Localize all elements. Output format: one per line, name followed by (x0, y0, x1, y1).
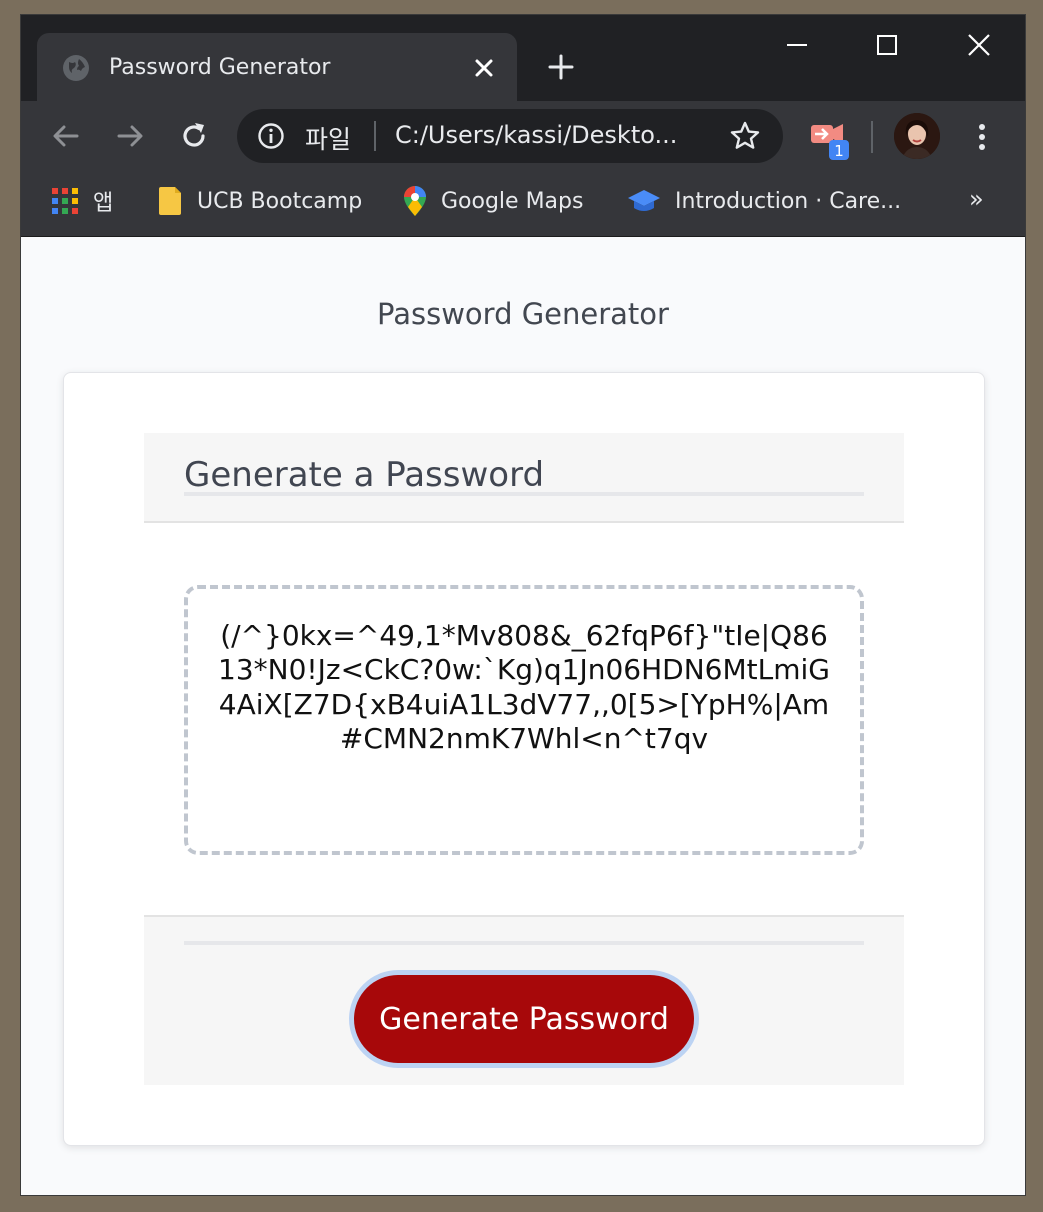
header-divider (184, 492, 864, 496)
bookmark-google-maps[interactable]: Google Maps (403, 183, 583, 219)
bookmark-label: UCB Bootcamp (197, 188, 363, 214)
cap-icon (628, 190, 660, 211)
card-footer: Generate Password (144, 915, 904, 1085)
info-icon[interactable] (257, 122, 285, 150)
bookmark-ucb-bootcamp[interactable]: UCB Bootcamp (157, 183, 362, 219)
card-header: Generate a Password (144, 433, 904, 523)
close-tab-icon[interactable] (469, 53, 499, 83)
bookmarks-overflow-button[interactable]: » (969, 185, 984, 213)
minimize-icon[interactable] (767, 25, 827, 65)
page-title: Password Generator (377, 297, 669, 331)
bookmark-apps[interactable]: 앱 (51, 183, 113, 219)
bookmark-label: 앱 (93, 191, 114, 216)
star-icon[interactable] (729, 120, 761, 152)
extension-badge: 1 (834, 142, 844, 160)
bookmark-label: Introduction · Care... (675, 188, 902, 214)
card-title: Generate a Password (184, 455, 545, 495)
bookmark-introduction[interactable]: Introduction · Care... (627, 183, 901, 219)
page-content: Password Generator Generate a Password (… (21, 237, 1025, 1195)
forward-arrow-icon[interactable] (113, 119, 147, 153)
globe-icon (63, 55, 89, 81)
password-output[interactable]: (/^}0kx=^49,1*Mv808&_62fqP6f}"tIe|Q8613*… (184, 585, 864, 855)
password-card: Generate a Password (/^}0kx=^49,1*Mv808&… (63, 372, 985, 1146)
screencast-extension-icon[interactable]: 1 (807, 115, 853, 161)
address-bar[interactable]: 파일 C:/Users/kassi/Deskto... (237, 109, 783, 163)
browser-tab[interactable]: Password Generator (37, 33, 517, 101)
scheme-label: 파일 (305, 125, 352, 154)
bookmarks-bar: 앱 UCB Bootcamp Google Maps Introduction … (21, 171, 1025, 237)
bookmark-label: Google Maps (441, 188, 584, 214)
profile-photo-icon (894, 113, 940, 159)
new-tab-icon[interactable] (543, 49, 579, 85)
title-bar: Password Generator (21, 15, 1025, 101)
browser-window: Password Generator 파일 C:/Users/kassi/Des… (20, 14, 1026, 1196)
toolbar-divider (871, 121, 873, 153)
footer-divider (184, 941, 864, 945)
address-divider (374, 121, 376, 151)
url-text[interactable]: C:/Users/kassi/Deskto... (395, 121, 695, 149)
maximize-icon[interactable] (857, 25, 917, 65)
browser-toolbar: 파일 C:/Users/kassi/Deskto... 1 (21, 101, 1025, 171)
back-arrow-icon[interactable] (49, 119, 83, 153)
profile-avatar[interactable] (894, 113, 940, 159)
generate-password-button[interactable]: Generate Password (354, 975, 694, 1063)
apps-grid-icon (52, 188, 78, 214)
close-window-icon[interactable] (949, 25, 1009, 65)
reload-icon[interactable] (177, 119, 211, 153)
tab-title: Password Generator (109, 55, 331, 80)
menu-kebab-icon[interactable] (967, 117, 997, 157)
maps-pin-icon (404, 186, 426, 216)
folder-icon (159, 187, 181, 215)
